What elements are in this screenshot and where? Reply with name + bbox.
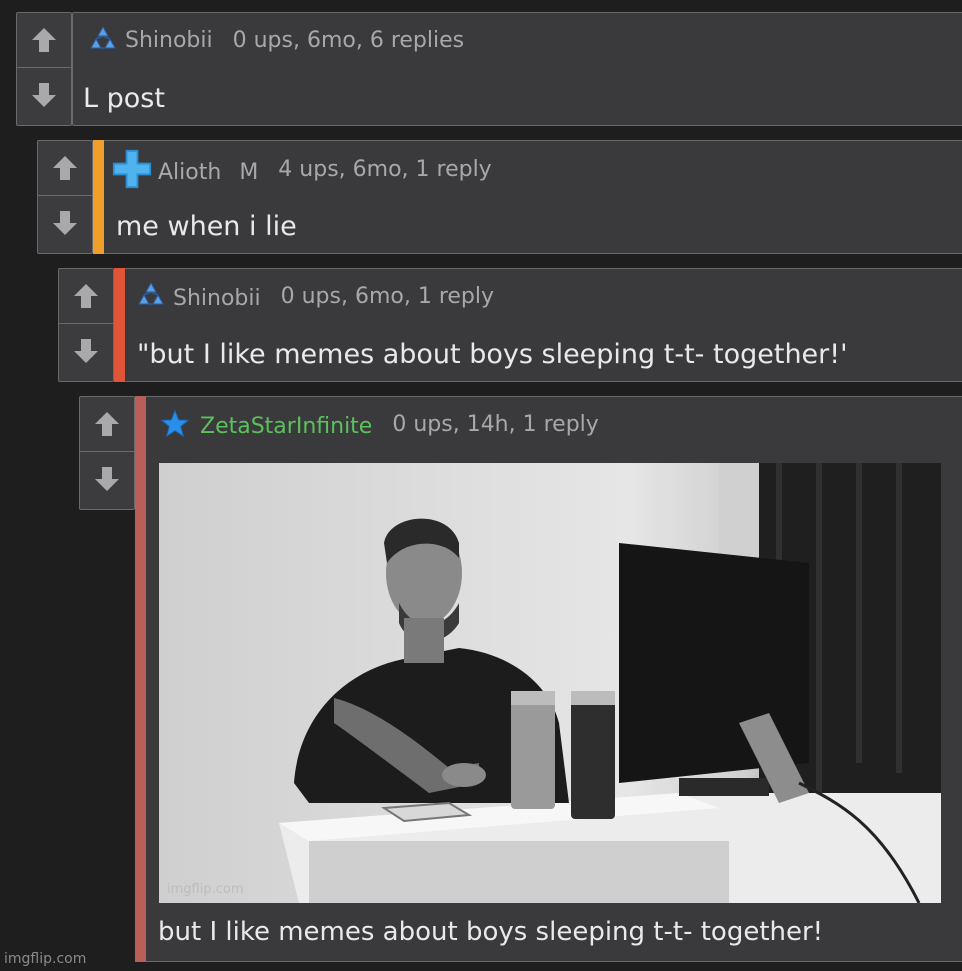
vote-controls bbox=[58, 268, 114, 382]
blue-cross-icon bbox=[112, 149, 152, 189]
comment-meta: Alioth M 4 ups, 6mo, 1 reply bbox=[112, 149, 492, 189]
upvote-button[interactable] bbox=[17, 13, 71, 67]
thread-accent-bar bbox=[135, 396, 146, 962]
up-arrow-icon bbox=[73, 283, 99, 309]
downvote-button[interactable] bbox=[38, 195, 92, 249]
comment-box: ZetaStarInfinite 0 ups, 14h, 1 reply img… bbox=[135, 396, 962, 962]
thread-accent-bar bbox=[93, 140, 104, 254]
comment-stats: 0 ups, 14h, 1 reply bbox=[392, 411, 599, 437]
triangle-rank-icon bbox=[135, 281, 167, 311]
meme-photo-illustration bbox=[159, 463, 941, 903]
comment-stats: 0 ups, 6mo, 1 reply bbox=[280, 283, 495, 309]
comment-box: Alioth M 4 ups, 6mo, 1 reply me when i l… bbox=[93, 140, 962, 254]
username-link[interactable]: Alioth bbox=[158, 160, 221, 185]
down-arrow-icon bbox=[94, 466, 120, 492]
upvote-button[interactable] bbox=[38, 141, 92, 195]
username-link[interactable]: Shinobii bbox=[125, 28, 213, 53]
image-watermark: imgflip.com bbox=[167, 882, 244, 897]
down-arrow-icon bbox=[52, 210, 78, 236]
comment-3: Shinobii 0 ups, 6mo, 1 reply "but I like… bbox=[58, 268, 962, 382]
username-link[interactable]: Shinobii bbox=[173, 286, 261, 311]
comment-4: ZetaStarInfinite 0 ups, 14h, 1 reply img… bbox=[79, 396, 962, 962]
username-link[interactable]: ZetaStarInfinite bbox=[200, 414, 372, 439]
comment-1: Shinobii 0 ups, 6mo, 6 replies L post bbox=[16, 12, 962, 126]
comment-text: me when i lie bbox=[116, 211, 297, 242]
comment-meta: ZetaStarInfinite 0 ups, 14h, 1 reply bbox=[160, 409, 599, 439]
up-arrow-icon bbox=[31, 27, 57, 53]
meme-image[interactable]: imgflip.com bbox=[159, 463, 941, 903]
downvote-button[interactable] bbox=[17, 67, 71, 121]
comment-text: L post bbox=[83, 83, 165, 114]
upvote-button[interactable] bbox=[80, 397, 134, 451]
downvote-button[interactable] bbox=[59, 323, 113, 377]
comment-meta: Shinobii 0 ups, 6mo, 1 reply bbox=[135, 281, 494, 311]
upvote-button[interactable] bbox=[59, 269, 113, 323]
downvote-button[interactable] bbox=[80, 451, 134, 505]
comment-box: Shinobii 0 ups, 6mo, 1 reply "but I like… bbox=[114, 268, 962, 382]
vote-controls bbox=[16, 12, 72, 126]
comment-text: but I like memes about boys sleeping t-t… bbox=[158, 917, 824, 947]
comment-2: Alioth M 4 ups, 6mo, 1 reply me when i l… bbox=[37, 140, 962, 254]
comment-text: "but I like memes about boys sleeping t-… bbox=[137, 339, 848, 370]
down-arrow-icon bbox=[73, 338, 99, 364]
thread-accent-bar bbox=[114, 268, 125, 382]
mod-badge: M bbox=[239, 159, 259, 185]
down-arrow-icon bbox=[31, 82, 57, 108]
star-icon bbox=[160, 409, 190, 439]
up-arrow-icon bbox=[52, 155, 78, 181]
vote-controls bbox=[37, 140, 93, 254]
comment-stats: 0 ups, 6mo, 6 replies bbox=[232, 27, 465, 53]
comment-box: Shinobii 0 ups, 6mo, 6 replies L post bbox=[72, 12, 962, 126]
triangle-rank-icon bbox=[87, 25, 119, 55]
up-arrow-icon bbox=[94, 411, 120, 437]
comment-stats: 4 ups, 6mo, 1 reply bbox=[278, 156, 492, 182]
vote-controls bbox=[79, 396, 135, 510]
comment-meta: Shinobii 0 ups, 6mo, 6 replies bbox=[87, 25, 464, 55]
imgflip-watermark: imgflip.com bbox=[4, 951, 87, 967]
